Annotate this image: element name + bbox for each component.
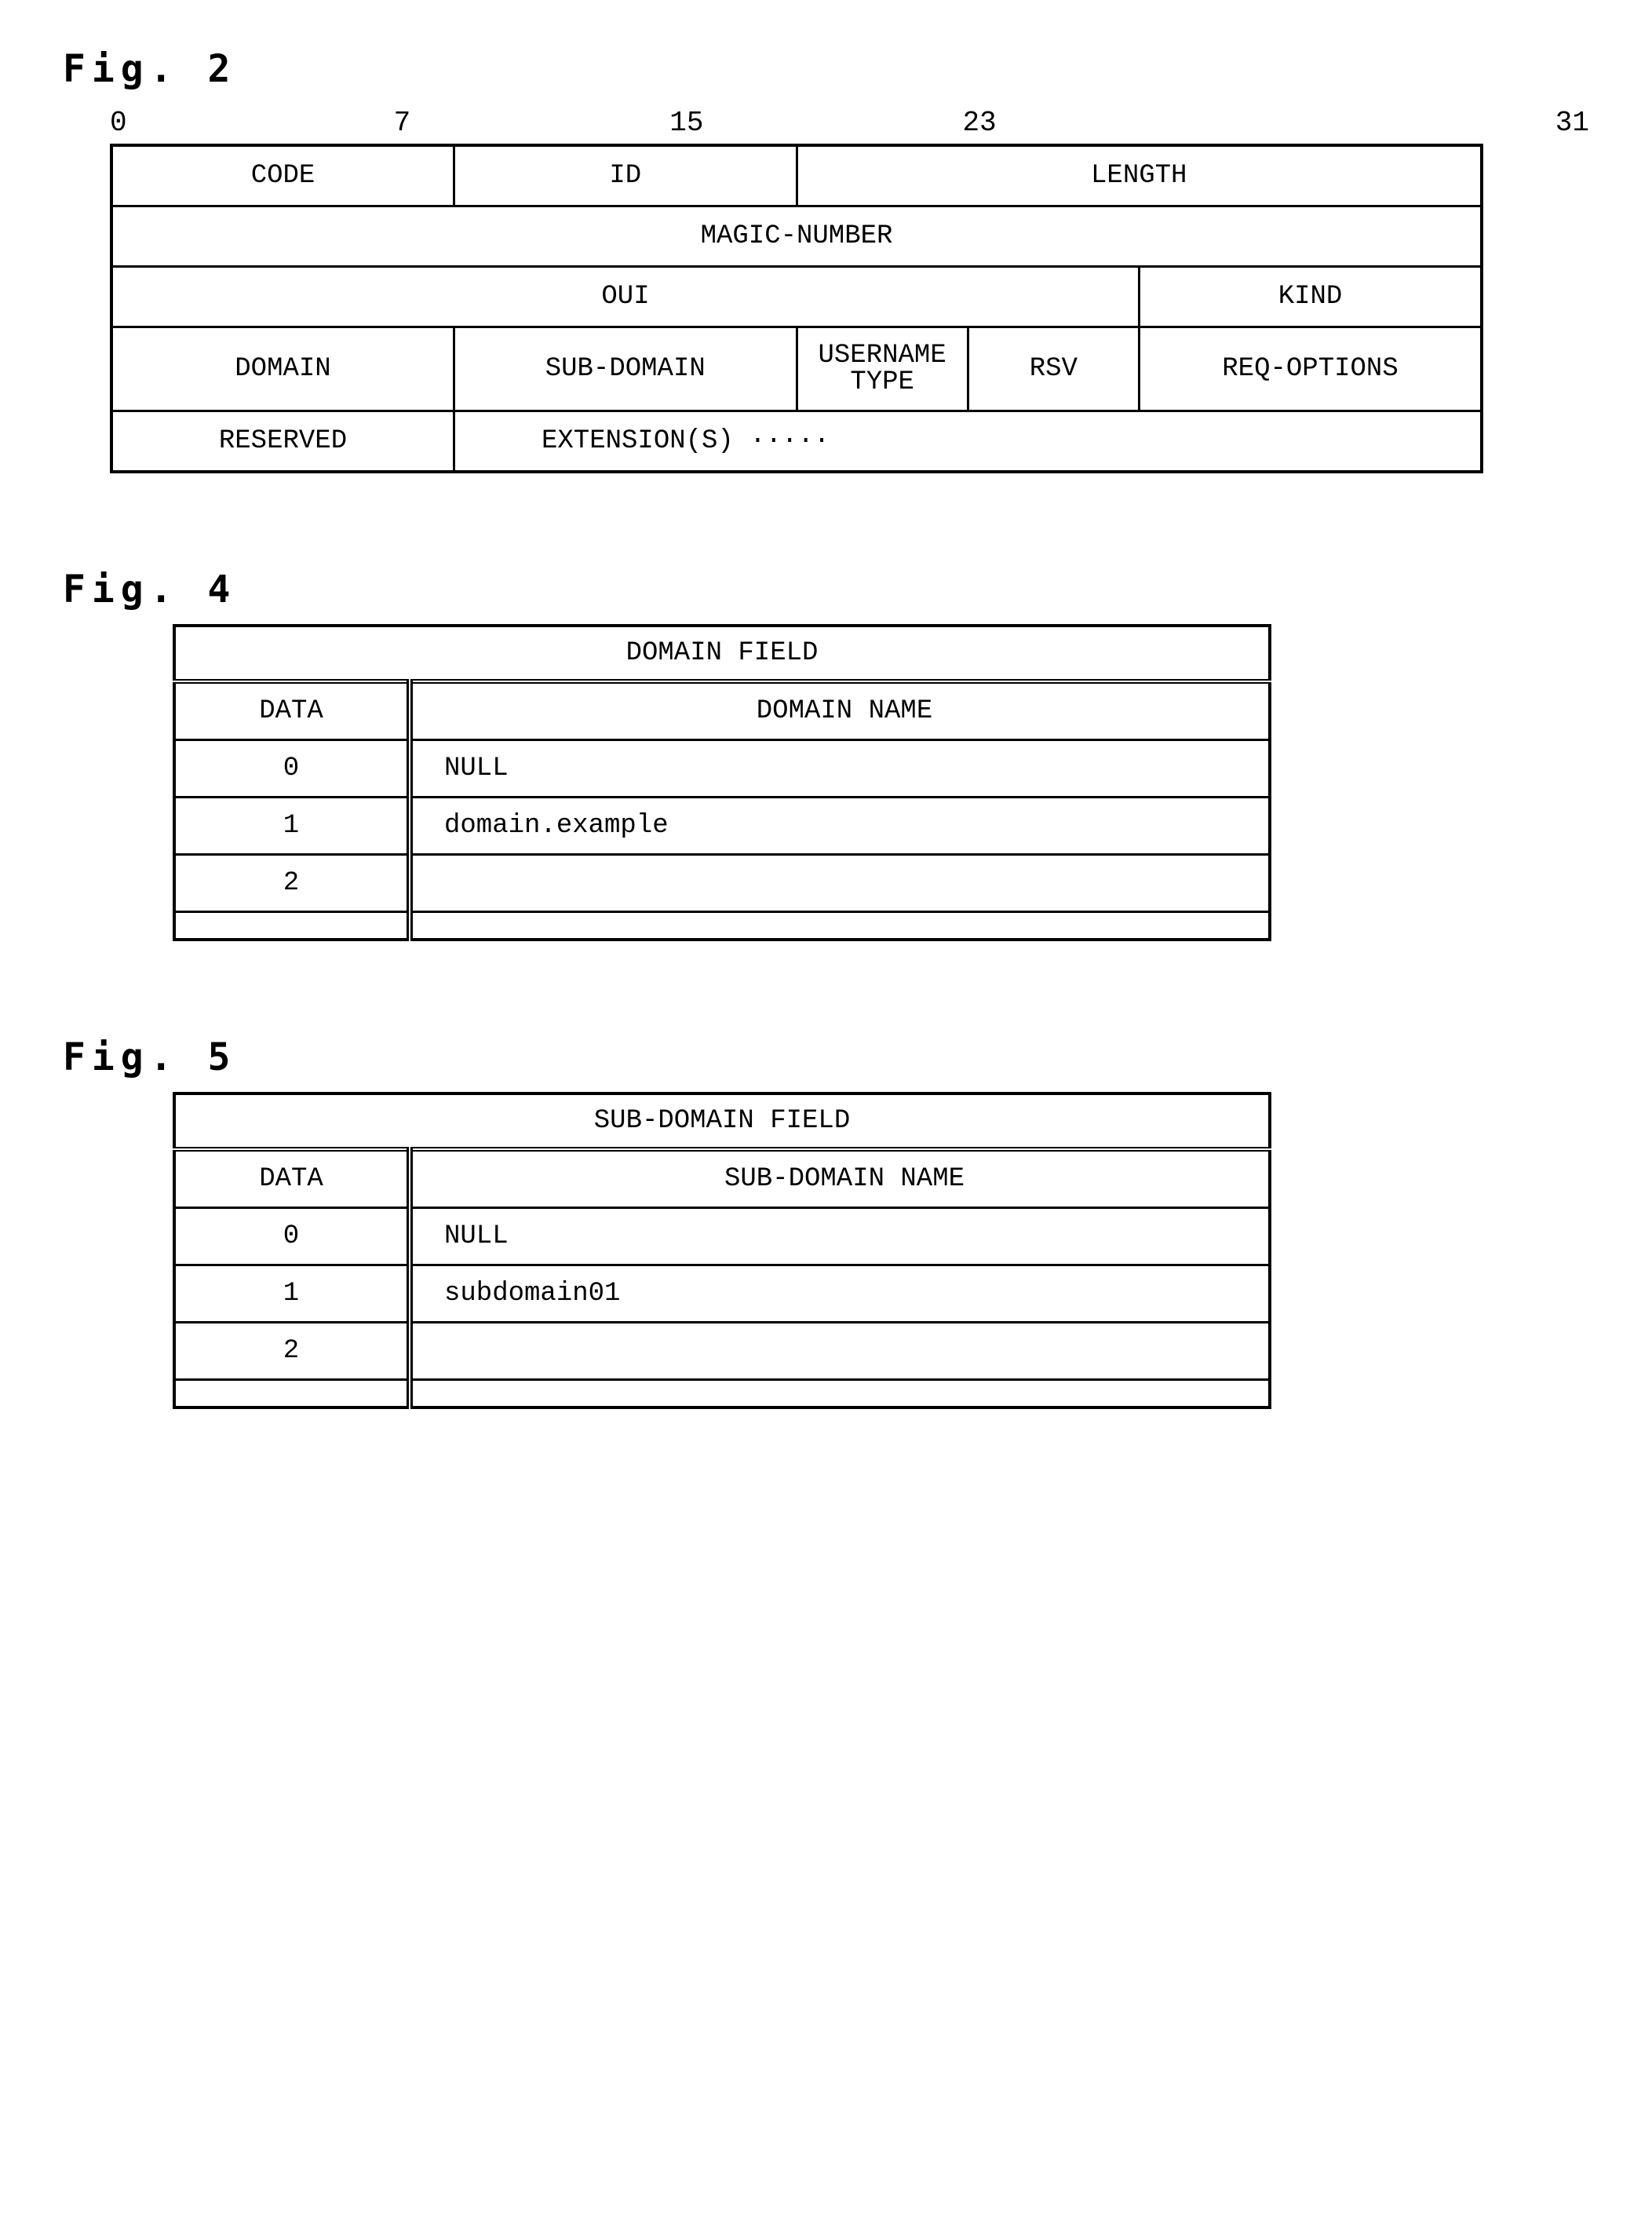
fig4-r2-data: 2 bbox=[174, 855, 410, 912]
table-row: 1 domain.example bbox=[174, 798, 1270, 855]
cell-oui: OUI bbox=[111, 267, 1140, 327]
fig5-section: Fig. 5 SUB-DOMAIN FIELD DATA SUB-DOMAIN … bbox=[63, 1035, 1589, 1409]
fig5-r2-data: 2 bbox=[174, 1323, 410, 1380]
cell-kind: KIND bbox=[1140, 267, 1482, 327]
fig4-r0-data: 0 bbox=[174, 740, 410, 798]
fig5-title: SUB-DOMAIN FIELD bbox=[174, 1093, 1270, 1149]
fig4-label: Fig. 4 bbox=[63, 568, 1589, 612]
fig4-title: DOMAIN FIELD bbox=[174, 626, 1270, 681]
cell-reserved: RESERVED bbox=[111, 411, 454, 473]
packet-table: CODE ID LENGTH MAGIC-NUMBER OUI KIND DOM… bbox=[110, 144, 1483, 473]
packet-row-0: CODE ID LENGTH bbox=[111, 145, 1482, 206]
cell-extension: EXTENSION(S) ····· bbox=[454, 411, 1482, 473]
cell-subdomain: SUB-DOMAIN bbox=[454, 327, 797, 411]
packet-row-4: RESERVED EXTENSION(S) ····· bbox=[111, 411, 1482, 473]
table-row: 0 NULL bbox=[174, 1208, 1270, 1265]
packet-row-1: MAGIC-NUMBER bbox=[111, 206, 1482, 267]
fig5-r2-name bbox=[410, 1323, 1270, 1380]
bit-7: 7 bbox=[394, 107, 411, 139]
cell-domain: DOMAIN bbox=[111, 327, 454, 411]
bit-0: 0 bbox=[110, 107, 127, 139]
cell-id: ID bbox=[454, 145, 797, 206]
fig4-hdr-data: DATA bbox=[174, 681, 410, 740]
fig5-r1-name: subdomain01 bbox=[410, 1265, 1270, 1323]
cell-code: CODE bbox=[111, 145, 454, 206]
fig5-r0-name: NULL bbox=[410, 1208, 1270, 1265]
bit-23: 23 bbox=[962, 107, 996, 139]
fig4-r2-name bbox=[410, 855, 1270, 912]
fig5-label: Fig. 5 bbox=[63, 1035, 1589, 1079]
packet-row-2: OUI KIND bbox=[111, 267, 1482, 327]
table-row: 0 NULL bbox=[174, 740, 1270, 798]
bit-31: 31 bbox=[1555, 107, 1589, 139]
fig2-section: Fig. 2 0 7 15 23 31 CODE ID LENGTH MAGIC… bbox=[63, 47, 1589, 473]
fig5-hdr-name: SUB-DOMAIN NAME bbox=[410, 1149, 1270, 1208]
bit-15: 15 bbox=[669, 107, 703, 139]
fig5-table: SUB-DOMAIN FIELD DATA SUB-DOMAIN NAME 0 … bbox=[173, 1092, 1271, 1409]
fig4-r1-data: 1 bbox=[174, 798, 410, 855]
cell-reqopt: REQ-OPTIONS bbox=[1140, 327, 1482, 411]
bit-scale: 0 7 15 23 31 bbox=[110, 107, 1589, 139]
cell-magic: MAGIC-NUMBER bbox=[111, 206, 1482, 267]
table-row: 2 bbox=[174, 855, 1270, 912]
fig2-label: Fig. 2 bbox=[63, 47, 1589, 91]
table-row: 2 bbox=[174, 1323, 1270, 1380]
fig5-r0-data: 0 bbox=[174, 1208, 410, 1265]
fig4-table: DOMAIN FIELD DATA DOMAIN NAME 0 NULL 1 d… bbox=[173, 624, 1271, 941]
fig5-hdr-data: DATA bbox=[174, 1149, 410, 1208]
cell-length: LENGTH bbox=[797, 145, 1482, 206]
table-row-trailing bbox=[174, 1380, 1270, 1408]
packet-row-3: DOMAIN SUB-DOMAIN USERNAME TYPE RSV REQ-… bbox=[111, 327, 1482, 411]
fig4-r1-name: domain.example bbox=[410, 798, 1270, 855]
fig4-r0-name: NULL bbox=[410, 740, 1270, 798]
cell-usernametype: USERNAME TYPE bbox=[797, 327, 968, 411]
fig4-section: Fig. 4 DOMAIN FIELD DATA DOMAIN NAME 0 N… bbox=[63, 568, 1589, 941]
cell-rsv: RSV bbox=[968, 327, 1139, 411]
table-row-trailing bbox=[174, 912, 1270, 940]
fig5-r1-data: 1 bbox=[174, 1265, 410, 1323]
fig4-hdr-name: DOMAIN NAME bbox=[410, 681, 1270, 740]
table-row: 1 subdomain01 bbox=[174, 1265, 1270, 1323]
